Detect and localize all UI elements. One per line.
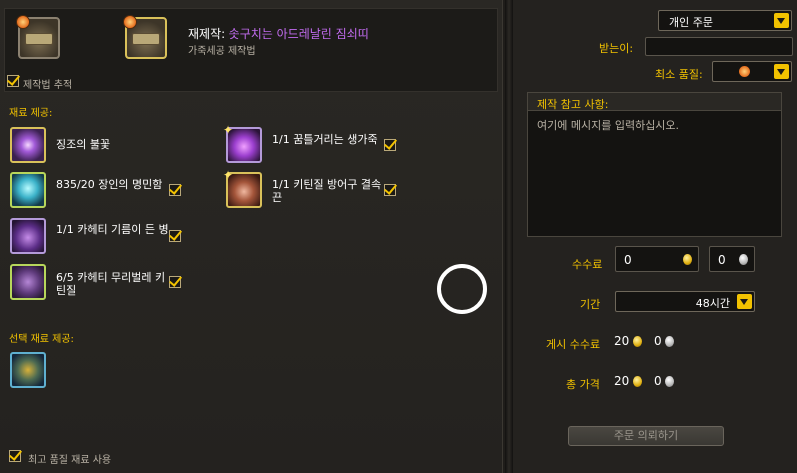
min-quality-label: 최소 품질: [655, 68, 703, 81]
posting-fee-label: 게시 수수료 [546, 338, 601, 351]
min-quality-dropdown[interactable] [712, 61, 792, 82]
material-checkbox[interactable] [384, 184, 396, 196]
notes-placeholder: 여기에 메시지를 입력하십시오. [537, 119, 680, 132]
commission-label: 수수료 [572, 258, 603, 271]
duration-value: 48시간 [695, 297, 730, 310]
order-type-value: 개인 주문 [669, 16, 713, 29]
chevron-down-icon [774, 64, 789, 79]
material-icon-writhing-hide[interactable]: ✦ [223, 123, 262, 163]
output-item-icon[interactable] [123, 15, 167, 59]
loading-spinner-icon [437, 264, 487, 314]
chevron-down-icon [737, 294, 752, 309]
duration-dropdown[interactable]: 48시간 [615, 291, 755, 312]
quality-sparkle-icon: ✦ [223, 168, 234, 182]
commission-gold-value: 0 [624, 253, 632, 267]
gold-coin-icon [633, 376, 643, 387]
commission-gold-input[interactable]: 0 [615, 246, 699, 272]
order-type-dropdown[interactable]: 개인 주문 [658, 10, 792, 31]
notes-label: 제작 참고 사항: [537, 98, 609, 111]
material-name: 1/1 꿈틀거리는 생가죽 [272, 133, 378, 146]
best-quality-checkbox[interactable] [9, 450, 21, 462]
silver-coin-icon [739, 254, 748, 265]
track-recipe-label: 제작법 추적 [23, 80, 73, 91]
material-name: 1/1 키틴질 방어구 결속끈 [272, 178, 382, 204]
material-icon-swarm-chitin[interactable] [10, 264, 46, 300]
quality-sparkle-icon: ✦ [223, 123, 234, 137]
recipe-title-prefix: 재제작: [188, 27, 226, 41]
track-recipe-checkbox[interactable] [7, 75, 19, 87]
submit-order-button[interactable]: 주문 의뢰하기 [568, 426, 724, 446]
recipient-input[interactable] [645, 37, 793, 56]
best-quality-label: 최고 품질 재료 사용 [28, 455, 112, 466]
material-checkbox[interactable] [169, 230, 181, 242]
optional-materials-label: 선택 재료 제공: [9, 334, 74, 345]
material-name: 1/1 카헤티 기름이 든 병 [56, 223, 169, 236]
panel-divider [505, 0, 513, 473]
optional-reagent-slot[interactable] [10, 352, 46, 388]
total-silver: 0 [653, 374, 662, 388]
total-price-label: 총 가격 [566, 378, 600, 391]
material-icon-artisans-acuity[interactable] [10, 172, 46, 208]
posting-fee-silver: 0 [653, 334, 662, 348]
posting-fee-gold: 20 [614, 334, 630, 348]
recipient-label: 받는이: [599, 42, 634, 55]
recipe-title: 재제작: 솟구치는 아드레날린 짐쇠띠 [188, 25, 369, 42]
total-price-value: 20 0 [614, 374, 675, 388]
silver-coin-icon [665, 376, 675, 387]
material-checkbox[interactable] [384, 139, 396, 151]
material-icon-oil-bottle[interactable] [10, 218, 46, 254]
gold-coin-icon [683, 254, 692, 265]
material-name: 6/5 카헤티 무리벌레 키틴질 [56, 271, 166, 297]
material-checkbox[interactable] [169, 276, 181, 288]
silver-coin-icon [665, 336, 675, 347]
recipe-icon[interactable] [16, 15, 60, 59]
recipe-subtitle: 가죽세공 제작법 [188, 46, 256, 57]
commission-silver-input[interactable]: 0 [709, 246, 755, 272]
posting-fee-value: 20 0 [614, 334, 675, 348]
provided-materials-label: 재료 제공: [9, 108, 53, 119]
total-gold: 20 [614, 374, 630, 388]
notes-textarea[interactable]: 여기에 메시지를 입력하십시오. [528, 112, 781, 236]
material-icon-omen-flame[interactable] [10, 127, 46, 163]
duration-label: 기간 [580, 298, 601, 311]
commission-silver-value: 0 [718, 253, 726, 267]
material-name: 징조의 불꽃 [56, 138, 111, 151]
quality-gem-icon [16, 15, 30, 29]
quality-gem-icon [739, 66, 750, 77]
chevron-down-icon [774, 13, 789, 28]
material-icon-chitin-binding[interactable]: ✦ [223, 168, 262, 208]
quality-gem-icon [123, 15, 137, 29]
gold-coin-icon [633, 336, 643, 347]
material-checkbox[interactable] [169, 184, 181, 196]
recipe-title-name: 솟구치는 아드레날린 짐쇠띠 [228, 27, 369, 41]
material-name: 835/20 장인의 명민함 [56, 178, 163, 191]
notes-box: 제작 참고 사항: 여기에 메시지를 입력하십시오. [527, 92, 782, 237]
